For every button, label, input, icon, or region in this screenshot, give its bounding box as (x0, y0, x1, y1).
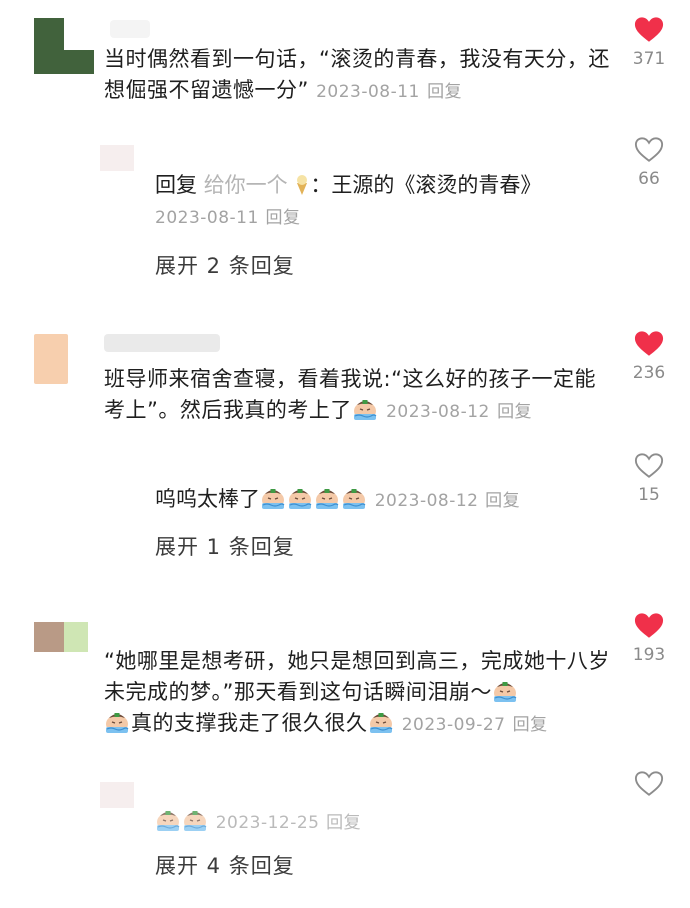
reply-button[interactable]: 回复 (497, 402, 532, 422)
reply-prefix: 回复 (155, 173, 197, 197)
avatar[interactable] (34, 334, 68, 384)
crying-emoji-icon (182, 810, 208, 832)
avatar[interactable] (100, 782, 134, 808)
like-count: 236 (632, 363, 666, 383)
reply-text: 回复 给你一个 ：王源的《滚烫的青春》 2023-08-11 回复 (155, 170, 595, 234)
crying-emoji-icon (314, 488, 340, 510)
heart-filled-icon[interactable] (634, 330, 664, 357)
reply-text: 2023-12-25 回复 (155, 806, 595, 839)
reply-button[interactable]: 回复 (513, 715, 548, 735)
like-button[interactable]: 371 (624, 16, 674, 69)
reply-button[interactable]: 回复 (427, 82, 462, 102)
like-button[interactable]: 236 (624, 330, 674, 383)
reply-text: 呜呜太棒了 2023-08-12 回复 (155, 484, 595, 517)
reply-button[interactable]: 回复 (485, 491, 520, 511)
comment-text: 班导师来宿舍查寝，看着我说:“这么好的孩子一定能考上”。然后我真的考上了 202… (104, 364, 614, 428)
crying-emoji-icon (155, 810, 181, 832)
heart-filled-icon[interactable] (634, 16, 664, 43)
like-count: 371 (632, 49, 666, 69)
reply-body: 呜呜太棒了 (155, 487, 260, 511)
comment-text: “她哪里是想考研，她只是想回到高三，完成她十八岁未完成的梦。”那天看到这句话瞬间… (104, 646, 614, 741)
crying-emoji-icon (492, 681, 518, 703)
crying-emoji-icon (104, 712, 130, 734)
avatar-overlay (64, 18, 104, 50)
reply-button[interactable]: 回复 (265, 208, 300, 228)
heart-filled-icon[interactable] (634, 612, 664, 639)
crying-emoji-icon (341, 488, 367, 510)
crying-emoji-icon (368, 712, 394, 734)
reply-body: ：王源的《滚烫的青春》 (310, 173, 542, 197)
reply-date: 2023-08-12 (374, 491, 479, 511)
crying-emoji-icon (287, 488, 313, 510)
like-button[interactable]: 193 (624, 612, 674, 665)
expand-replies-button[interactable]: 展开 4 条回复 (155, 850, 295, 880)
username-blurred[interactable] (104, 334, 220, 352)
like-button[interactable]: 66 (624, 136, 674, 189)
crying-emoji-icon (260, 488, 286, 510)
reply-date: 2023-08-11 (155, 208, 259, 228)
like-count: 193 (632, 645, 666, 665)
expand-replies-button[interactable]: 展开 2 条回复 (155, 250, 295, 280)
comment-date: 2023-09-27 (401, 715, 506, 735)
like-count: 66 (638, 169, 660, 189)
comment-date: 2023-08-12 (386, 402, 490, 422)
comment-text: 当时偶然看到一句话，“滚烫的青春，我没有天分，还想倔强不留遗憾一分” 2023-… (104, 44, 614, 108)
heart-outline-icon[interactable] (634, 452, 664, 479)
crying-emoji-icon (352, 399, 378, 421)
avatar-overlay (64, 622, 88, 652)
reply-to-user[interactable]: 给你一个 (204, 173, 288, 197)
reply-date: 2023-12-25 (215, 813, 320, 833)
username-blurred[interactable] (110, 20, 150, 38)
heart-outline-icon[interactable] (634, 136, 664, 163)
ice-cream-icon (297, 175, 308, 195)
expand-replies-button[interactable]: 展开 1 条回复 (155, 531, 295, 561)
like-button[interactable] (624, 770, 674, 801)
like-count: 15 (638, 485, 660, 505)
comment-body-continued: 真的支撑我走了很久很久 (131, 711, 368, 735)
comment-body: “她哪里是想考研，她只是想回到高三，完成她十八岁未完成的梦。”那天看到这句话瞬间… (104, 649, 610, 704)
like-button[interactable]: 15 (624, 452, 674, 505)
comment-date: 2023-08-11 (316, 82, 420, 102)
avatar[interactable] (34, 622, 64, 652)
reply-button[interactable]: 回复 (326, 813, 361, 833)
avatar[interactable] (100, 145, 134, 171)
heart-outline-icon[interactable] (634, 770, 664, 797)
